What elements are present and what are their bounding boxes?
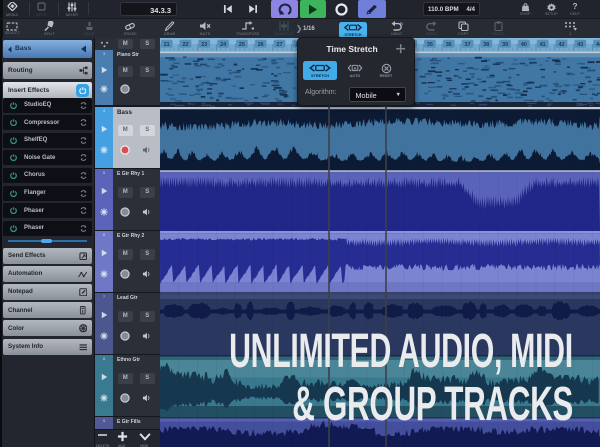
svg-text:24: 24 xyxy=(220,42,226,48)
svg-text:23: 23 xyxy=(201,42,207,48)
svg-text:n: n xyxy=(400,21,403,26)
svg-text:43: 43 xyxy=(577,42,583,48)
svg-text:41: 41 xyxy=(540,42,546,48)
svg-text:A: A xyxy=(353,66,357,72)
svg-text:40: 40 xyxy=(521,42,527,48)
svg-text:42: 42 xyxy=(559,42,565,48)
svg-text:44: 44 xyxy=(596,42,600,48)
svg-text:25: 25 xyxy=(239,42,245,48)
svg-text:36: 36 xyxy=(446,42,452,48)
svg-text:35: 35 xyxy=(427,42,433,48)
svg-text:26: 26 xyxy=(258,42,264,48)
svg-text:39: 39 xyxy=(502,42,508,48)
svg-text:22: 22 xyxy=(183,42,189,48)
svg-text:27: 27 xyxy=(277,42,283,48)
svg-text:37: 37 xyxy=(465,42,471,48)
svg-text:21: 21 xyxy=(164,42,170,48)
svg-text:38: 38 xyxy=(483,42,489,48)
